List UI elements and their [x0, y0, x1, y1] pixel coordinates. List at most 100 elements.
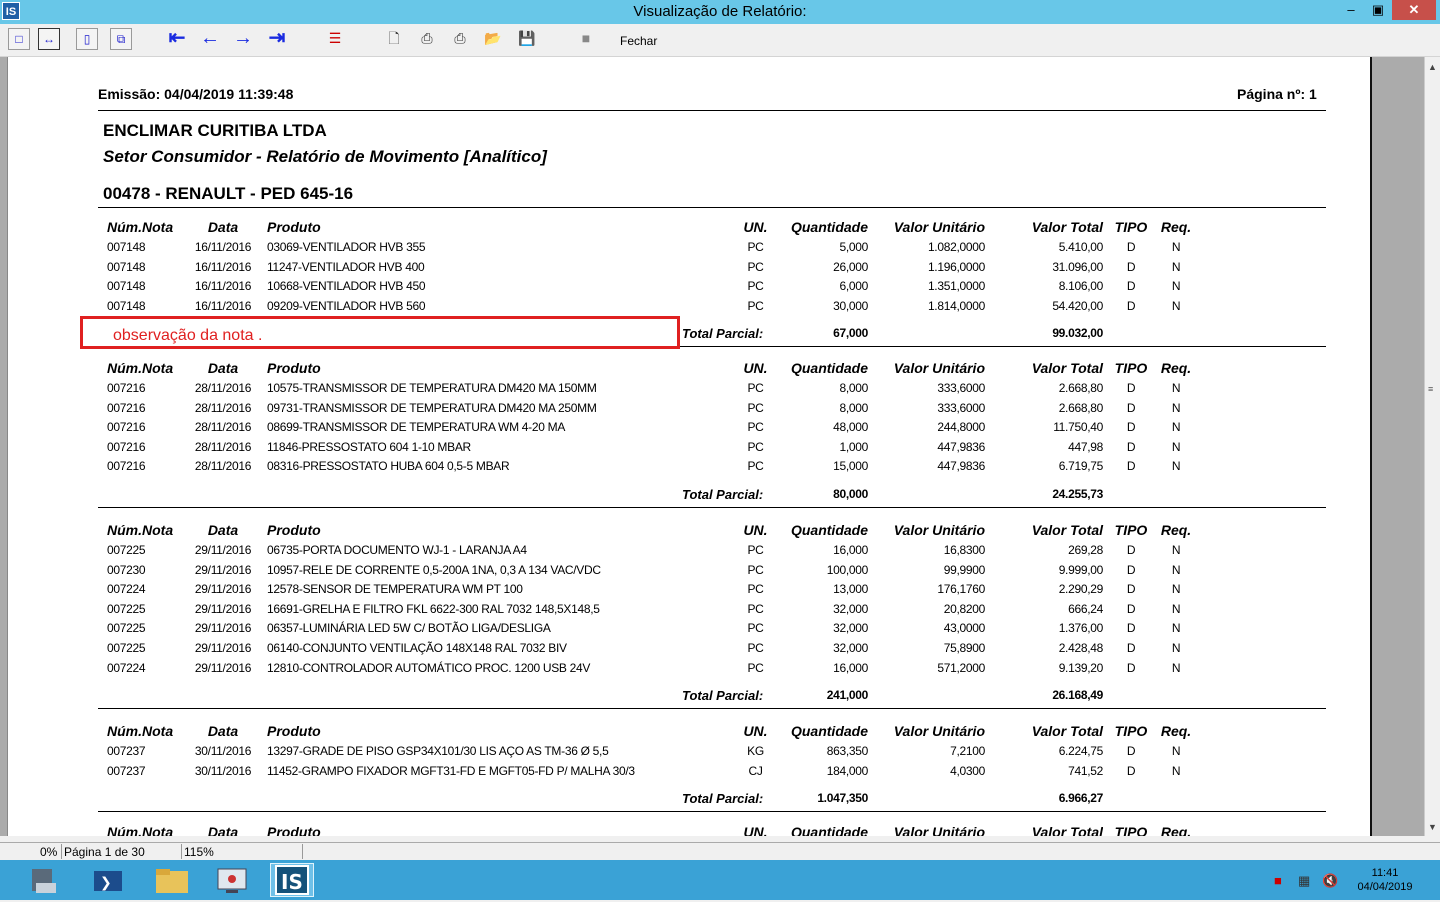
- minimize-button[interactable]: –: [1338, 0, 1364, 20]
- taskbar-clock[interactable]: 11:41 04/04/2019: [1350, 866, 1420, 894]
- server-manager-icon[interactable]: [22, 863, 66, 897]
- column-header-produto: Produto: [267, 219, 321, 235]
- column-header-produto: Produto: [267, 824, 321, 836]
- scroll-thumb-icon[interactable]: ≡: [1428, 384, 1433, 394]
- column-header-data: Data: [207, 219, 239, 235]
- powershell-icon[interactable]: ❯: [86, 863, 130, 897]
- table-cell-nota: 007148: [107, 298, 146, 313]
- maximize-button[interactable]: ▣: [1365, 0, 1391, 20]
- last-page-icon[interactable]: ⇥: [266, 28, 288, 50]
- close-button[interactable]: ✕: [1392, 0, 1436, 20]
- full-size-icon[interactable]: ▯: [76, 28, 98, 50]
- table-cell-req: N: [1171, 420, 1181, 435]
- table-cell-produto: 06735-PORTA DOCUMENTO WJ-1 - LARANJA A4: [267, 543, 527, 557]
- table-cell-nota: 007225: [107, 641, 146, 655]
- table-cell-produto: 13297-GRADE DE PISO GSP34X101/30 LIS AÇO…: [267, 744, 609, 758]
- multi-page-icon[interactable]: ⧉: [110, 28, 132, 50]
- table-cell-vu: 20,8200: [943, 601, 986, 616]
- network-error-icon[interactable]: ■: [1274, 873, 1282, 888]
- previous-page-icon[interactable]: ←: [199, 28, 221, 50]
- file-explorer-icon[interactable]: [150, 863, 194, 897]
- open-folder-icon[interactable]: 📂: [482, 28, 504, 50]
- table-cell-un: CJ: [748, 763, 763, 778]
- table-cell-vu: 571,2000: [937, 660, 985, 675]
- print-icon[interactable]: ⎙: [449, 28, 471, 50]
- table-cell-data: 16/11/2016: [194, 240, 252, 254]
- table-cell-nota: 007225: [107, 621, 146, 636]
- first-page-icon[interactable]: ⇤: [166, 28, 188, 50]
- table-cell-req: N: [1171, 763, 1181, 778]
- table-cell-vu: 447,9836: [937, 459, 985, 474]
- table-cell-data: 29/11/2016: [194, 660, 252, 675]
- table-cell-nota: 007224: [107, 582, 146, 597]
- table-cell-vt: 9.139,20: [1058, 660, 1104, 675]
- fechar-button[interactable]: Fechar: [620, 34, 657, 48]
- table-cell-tipo: D: [1126, 641, 1136, 655]
- table-cell-data: 29/11/2016: [194, 582, 252, 597]
- total-parcial-label: Total Parcial:: [682, 791, 764, 807]
- table-cell-tipo: D: [1126, 660, 1136, 675]
- table-cell-req: N: [1171, 601, 1181, 616]
- table-cell-req: N: [1171, 543, 1181, 557]
- page-width-icon[interactable]: ↔: [38, 28, 60, 50]
- table-cell-tipo: D: [1126, 240, 1136, 254]
- print-setup-icon[interactable]: ⎙: [416, 28, 438, 50]
- status-bar: 0% Página 1 de 30 115%: [0, 842, 1440, 861]
- table-cell-vt: 9.999,00: [1058, 562, 1104, 577]
- next-page-icon[interactable]: →: [232, 28, 254, 50]
- save-icon[interactable]: 💾: [516, 28, 538, 50]
- column-header-produto: Produto: [267, 522, 321, 538]
- group-divider: [98, 811, 1326, 813]
- table-cell-req: N: [1171, 621, 1181, 636]
- table-cell-tipo: D: [1126, 763, 1136, 778]
- table-cell-nota: 007225: [107, 601, 146, 616]
- progress-text: 0%: [40, 845, 58, 859]
- remote-desktop-icon[interactable]: [210, 863, 254, 897]
- volume-muted-icon[interactable]: 🔇: [1322, 873, 1338, 889]
- column-header-vt: Valor Total: [1031, 219, 1103, 235]
- table-cell-data: 16/11/2016: [194, 259, 252, 274]
- total-quantidade: 80,000: [833, 487, 868, 501]
- client-heading: 00478 - RENAULT - PED 645-16: [103, 184, 354, 203]
- company-name: ENCLIMAR CURITIBA LTDA: [103, 121, 327, 140]
- scroll-down-icon[interactable]: ▼: [1425, 819, 1440, 835]
- table-cell-tipo: D: [1126, 381, 1136, 395]
- table-cell-tipo: D: [1126, 744, 1136, 758]
- vertical-scrollbar[interactable]: ▲ ≡ ▼: [1424, 57, 1440, 836]
- network-icon[interactable]: ▦: [1298, 873, 1310, 889]
- table-cell-vt: 2.428,48: [1058, 641, 1104, 655]
- scroll-up-icon[interactable]: ▲: [1425, 59, 1440, 75]
- table-cell-produto: 16691-GRELHA E FILTRO FKL 6622-300 RAL 7…: [267, 601, 600, 616]
- table-cell-vt: 741,52: [1068, 763, 1103, 778]
- column-header-req: Req.: [1160, 824, 1192, 836]
- column-header-produto: Produto: [267, 360, 321, 376]
- goto-page-icon[interactable]: ☰: [324, 28, 346, 50]
- annotation-box: observação da nota .: [80, 316, 680, 349]
- clock-date: 04/04/2019: [1357, 881, 1413, 893]
- table-cell-nota: 007216: [107, 459, 146, 474]
- page-count-text: Página 1 de 30: [64, 845, 145, 859]
- whole-page-icon[interactable]: □: [8, 28, 30, 50]
- taskbar-app-is[interactable]: IS: [270, 863, 314, 897]
- table-cell-vt: 5.410,00: [1058, 240, 1104, 254]
- column-header-data: Data: [207, 360, 239, 376]
- open-file-icon[interactable]: 🗋: [383, 28, 405, 50]
- table-cell-un: PC: [747, 601, 764, 616]
- table-cell-un: PC: [747, 298, 764, 313]
- table-cell-un: PC: [747, 400, 764, 415]
- table-cell-vu: 333,6000: [937, 381, 985, 395]
- table-cell-qtd: 6,000: [839, 279, 868, 294]
- total-quantidade: 1.047,350: [817, 791, 868, 806]
- table-cell-nota: 007216: [107, 400, 146, 415]
- table-cell-qtd: 13,000: [833, 582, 868, 597]
- column-header-un: UN.: [743, 219, 768, 235]
- table-cell-nota: 007237: [107, 763, 146, 778]
- table-cell-vu: 1.351,0000: [927, 279, 985, 294]
- group-divider: [98, 708, 1326, 710]
- table-cell-un: PC: [747, 641, 764, 655]
- table-cell-qtd: 32,000: [833, 601, 868, 616]
- table-cell-produto: 06357-LUMINÁRIA LED 5W C/ BOTÃO LIGA/DES…: [267, 621, 551, 636]
- clock-time: 11:41: [1371, 867, 1399, 879]
- table-cell-vt: 2.668,80: [1058, 381, 1104, 395]
- total-valor: 6.966,27: [1058, 791, 1104, 806]
